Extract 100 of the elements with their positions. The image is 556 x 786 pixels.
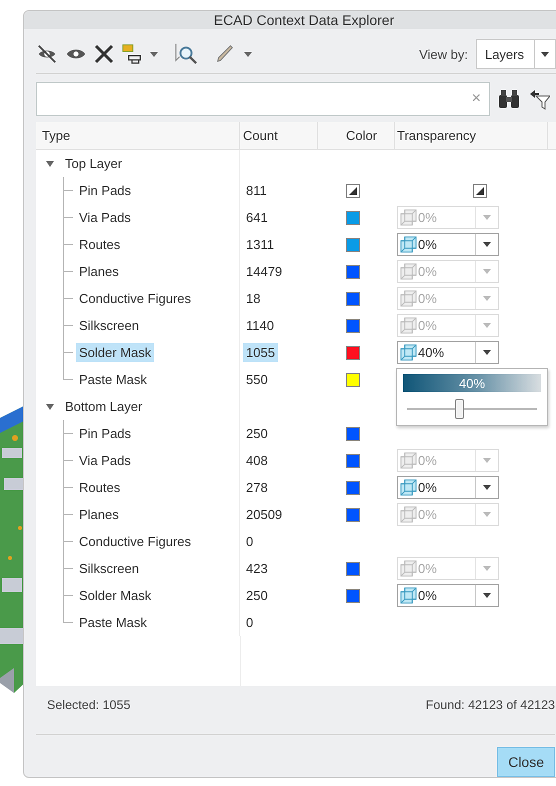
color-swatch[interactable] [346, 562, 360, 576]
expand-caret-icon[interactable] [46, 160, 54, 166]
count-cell-text: 14479 [245, 263, 284, 281]
tree-connector-line [63, 474, 74, 501]
mixed-color-icon[interactable] [346, 184, 360, 198]
tree-item[interactable]: Routes [76, 478, 124, 497]
tree-connector-line [63, 420, 74, 447]
color-swatch[interactable] [346, 426, 360, 440]
tree-item[interactable]: Pin Pads [76, 424, 134, 443]
tree-item[interactable]: Pin Pads [76, 181, 134, 200]
color-swatch[interactable] [346, 292, 360, 306]
tree-item[interactable]: Conductive Figures [76, 532, 194, 551]
tree-connector-line [63, 447, 74, 474]
tree-item[interactable]: Paste Mask [76, 370, 150, 389]
column-header[interactable]: Color [318, 122, 395, 149]
count-cell-text: 423 [245, 560, 269, 578]
color-swatch[interactable] [346, 318, 360, 332]
tree-connector-line [63, 204, 74, 231]
window-title: ECAD Context Data Explorer [214, 12, 394, 28]
tree-item[interactable]: Routes [76, 235, 124, 254]
cube-icon [400, 560, 417, 577]
tree-item[interactable]: Via Pads [76, 451, 134, 470]
view-by-label: View by: [419, 46, 468, 62]
tree-connector-line [63, 312, 74, 339]
count-cell-text: 250 [245, 425, 269, 443]
tree-item[interactable]: Paste Mask [76, 613, 150, 632]
color-swatch[interactable] [346, 454, 360, 468]
tree-item[interactable]: Silkscreen [76, 559, 142, 578]
caret-icon[interactable] [541, 52, 549, 56]
caret-icon[interactable] [483, 485, 491, 490]
caret-icon[interactable] [483, 242, 491, 247]
caret-icon[interactable] [483, 350, 491, 355]
count-cell-text: 408 [245, 452, 269, 470]
count-cell-text: 250 [245, 587, 269, 605]
cube-icon [400, 506, 417, 523]
layers-icon[interactable] [122, 42, 142, 66]
count-cell-text: 278 [245, 479, 269, 497]
tree-item[interactable]: Silkscreen [76, 316, 142, 335]
expand-caret-icon[interactable] [46, 404, 54, 410]
count-cell-text: 0 [245, 533, 254, 551]
count-cell-text: 18 [245, 290, 262, 308]
count-cell-text: 550 [245, 371, 269, 389]
count-cell-text: 811 [245, 182, 268, 200]
caret-icon[interactable] [244, 52, 252, 56]
binoculars-icon[interactable] [498, 89, 520, 109]
transparency-dropdown[interactable]: 40% [397, 341, 499, 364]
eye-icon[interactable] [66, 47, 86, 61]
tree-item[interactable]: Conductive Figures [76, 289, 194, 308]
tree-connector-line [63, 258, 74, 285]
column-header[interactable]: Transparency [395, 122, 548, 149]
cube-icon [400, 236, 417, 253]
tree-item[interactable]: Via Pads [76, 208, 134, 227]
color-swatch[interactable] [346, 480, 360, 494]
color-swatch[interactable] [346, 346, 360, 360]
cube-icon [400, 209, 417, 226]
cube-icon [400, 263, 417, 280]
found-count: Found: 42123 of 42123 [426, 698, 555, 712]
transparency-dropdown[interactable]: 0% [397, 584, 499, 607]
color-swatch[interactable] [346, 264, 360, 278]
count-cell-text: 1311 [245, 236, 275, 254]
cube-icon [400, 317, 417, 334]
zoom-select-icon[interactable] [174, 42, 198, 66]
selected-count: Selected: 1055 [47, 698, 130, 712]
color-swatch[interactable] [346, 210, 360, 224]
delete-icon[interactable] [94, 44, 114, 64]
cube-icon [400, 452, 417, 469]
cube-icon [400, 587, 417, 604]
caret-icon[interactable] [150, 52, 158, 56]
transparency-dropdown[interactable]: 0% [397, 233, 499, 256]
mixed-transparency-icon[interactable] [473, 184, 487, 198]
tree-connector-line [63, 501, 74, 528]
color-swatch[interactable] [346, 238, 360, 252]
caret-icon[interactable] [483, 593, 491, 598]
count-cell-text: 1140 [245, 317, 275, 335]
cube-icon [400, 290, 417, 307]
color-swatch[interactable] [346, 588, 360, 602]
transparency-dropdown[interactable]: 0% [397, 476, 499, 499]
tree-item[interactable]: Solder Mask [76, 343, 154, 362]
column-header[interactable]: Count [240, 122, 318, 149]
tree-connector-line [63, 528, 74, 555]
tree-item[interactable]: Planes [76, 505, 122, 524]
hide-icon[interactable] [36, 43, 58, 65]
close-button[interactable]: Close [497, 747, 555, 777]
tree-item[interactable]: Solder Mask [76, 586, 154, 605]
color-swatch[interactable] [346, 508, 360, 522]
slider-thumb[interactable] [455, 399, 464, 419]
column-header[interactable]: Type [36, 122, 240, 149]
count-cell: 1055 [243, 343, 278, 362]
filter-icon[interactable] [528, 88, 550, 110]
pencil-icon[interactable] [214, 43, 236, 65]
tree-item[interactable]: Planes [76, 262, 122, 281]
tree-connector-line [63, 231, 74, 258]
tree-item[interactable]: Top Layer [62, 154, 126, 173]
view-by-dropdown[interactable]: Layers [476, 39, 556, 69]
tree-item[interactable]: Bottom Layer [62, 397, 146, 416]
cube-icon [400, 479, 417, 496]
color-swatch[interactable] [346, 372, 360, 386]
tree-connector-line [63, 285, 74, 312]
cube-icon [400, 344, 417, 361]
transparency-preview-bar: 40% [403, 374, 541, 392]
